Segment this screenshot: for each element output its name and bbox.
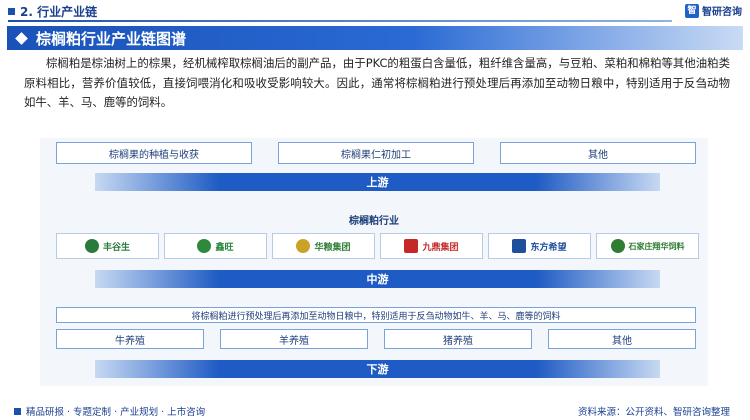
title-bar: 棕榈粕行业产业链图谱 [7,26,743,50]
downstream-item: 牛养殖 [56,329,204,349]
downstream-item: 其他 [548,329,696,349]
industry-label: 棕榈粕行业 [349,216,399,227]
company-logo: 东方希望 [488,233,591,259]
square-logo-icon [512,239,527,253]
circle-logo-icon [610,239,625,253]
leaf-logo-icon [197,239,212,253]
downstream-item: 猪养殖 [384,329,532,349]
company-logo: 丰谷生 [56,233,159,259]
midstream-band: 中游 [95,270,660,288]
upstream-band: 上游 [95,173,660,191]
source-note: 资料来源：公开资料、智研咨询整理 [577,407,730,418]
cross-logo-icon [404,239,419,253]
wheat-logo-icon [296,239,311,253]
footer-tagline: 精品研报 · 专题定制 · 产业规划 · 上市咨询 [26,407,206,418]
company-logo: 鑫旺 [164,233,267,259]
company-logo: 九鼎集团 [380,233,483,259]
company-logo: 华粮集团 [272,233,375,259]
section-title: 2. 行业产业链 [20,4,98,19]
upstream-item: 其他 [500,142,696,164]
downstream-item: 羊养殖 [220,329,368,349]
page-title: 棕榈粕行业产业链图谱 [36,29,187,48]
footer-marker-icon [14,407,21,415]
section-marker-icon [8,7,15,15]
header-divider [8,20,672,22]
footer: 精品研报 · 专题定制 · 产业规划 · 上市咨询 资料来源：公开资料、智研咨询… [0,402,750,420]
leaf-logo-icon [84,239,99,253]
diamond-icon [15,31,28,45]
brand-name: 智研咨询 [702,7,742,18]
company-logo: 石家庄翔华饲料 [596,233,699,259]
downstream-band: 下游 [95,360,660,378]
brand-mark-icon: 智 [685,3,699,18]
brand-logo: 智 智研咨询 [685,3,742,18]
section-header: 2. 行业产业链 智 智研咨询 [0,0,750,22]
intro-paragraph: 棕榈粕是棕油树上的棕果，经机械榨取棕榈油后的副产品，由于PKC的粗蛋白含量低，粗… [24,56,730,109]
downstream-description: 将棕榈粕进行预处理后再添加至动物日粮中，特别适用于反刍动物如牛、羊、马、鹿等的饲… [56,307,696,323]
upstream-item: 棕榈果的种植与收获 [56,142,252,164]
upstream-item: 棕榈果仁初加工 [278,142,474,164]
